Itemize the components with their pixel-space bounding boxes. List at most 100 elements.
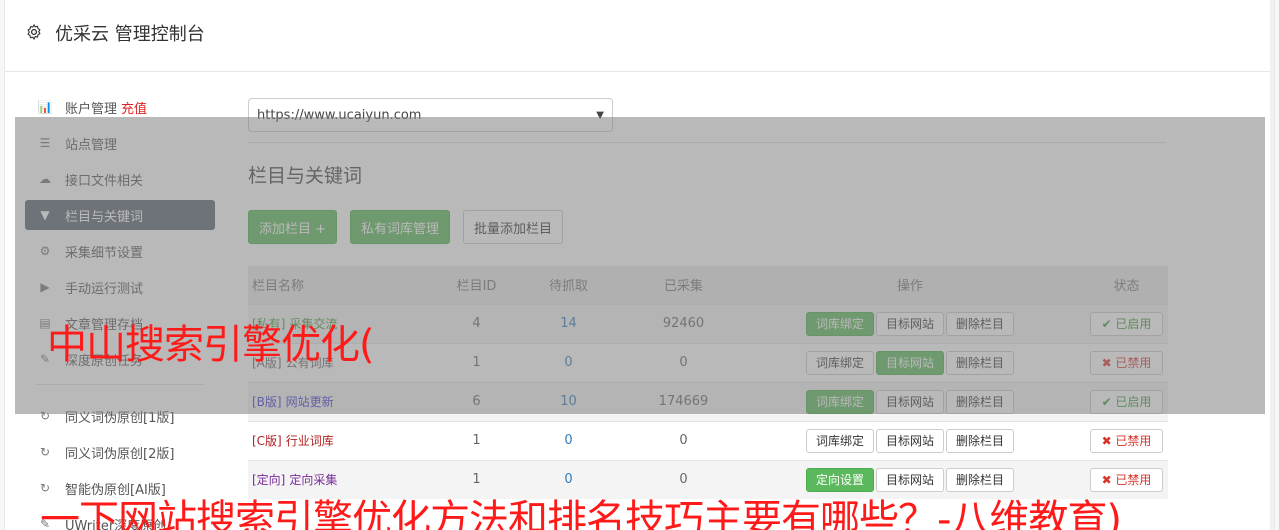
scrollbar[interactable] — [1270, 0, 1274, 530]
bar-chart-icon: 📊 — [37, 100, 53, 114]
table-row: [A版] 公有词库 1 0 0 词库绑定 目标网站 删除栏目 ✖ 已禁用 — [248, 342, 1168, 382]
chevron-down-icon: ▼ — [596, 109, 604, 121]
sidebar-item-items-2[interactable]: ☁ 接口文件相关 — [25, 164, 215, 194]
private-lexicon-button[interactable]: 私有词库管理 — [350, 210, 451, 244]
target-site-button[interactable]: 目标网站 — [875, 428, 944, 453]
header-actions: 操作 — [735, 266, 1085, 304]
column-name-cell: [C版] 行业词库 — [248, 420, 448, 460]
actions-cell: 词库绑定 目标网站 删除栏目 — [735, 420, 1085, 460]
status-cell: ✔ 已启用 — [1085, 381, 1168, 421]
column-name-cell: [B版] 网站更新 — [248, 381, 448, 421]
target-site-button[interactable]: 目标网站 — [875, 350, 944, 375]
columns-table: 栏目名称 栏目ID 待抓取 已采集 操作 状态 [私有] 采集交流 4 14 92460… — [248, 266, 1168, 499]
sidebar-item-label: 站点管理 — [65, 137, 118, 153]
sidebar: 📊 账户管理 充值 ☰ 站点管理 ☁ 接口文件相关 ▼ 栏目与关键词 ⚙ 采集细节设置 ▶ 手动运行测试… — [25, 92, 215, 530]
column-id-cell: 1 — [448, 342, 505, 382]
overlay-caption-1: 中山搜索引擎优化( — [47, 322, 375, 368]
lexicon-bind-button[interactable]: 词库绑定 — [805, 350, 874, 375]
sidebar-divider — [35, 384, 205, 385]
console-title: 优采云 管理控制台 — [55, 24, 205, 45]
sidebar-item-items-3[interactable]: ▼ 栏目与关键词 — [25, 200, 215, 230]
sidebar-item-label: 手动运行测试 — [65, 281, 144, 297]
status-toggle-button[interactable]: ✔ 已启用 — [1090, 311, 1163, 336]
column-tag: [B版] — [252, 395, 282, 409]
gear-icon — [27, 24, 41, 40]
column-name-link[interactable]: 定向采集 — [289, 473, 337, 487]
sidebar-item-items-0[interactable]: 📊 账户管理 充值 — [25, 92, 215, 122]
column-tag: [C版] — [252, 434, 282, 448]
play-circle-icon: ▶ — [40, 280, 50, 294]
column-name-link[interactable]: 网站更新 — [286, 395, 334, 409]
divider — [248, 142, 1166, 143]
status-toggle-button[interactable]: ✖ 已禁用 — [1090, 428, 1163, 453]
sidebar-item-label: 同义词伪原创[2版] — [65, 446, 175, 462]
header: 优采云 管理控制台 — [5, 0, 1274, 72]
cogs-icon: ⚙ — [39, 244, 51, 258]
collected-count-cell: 92460 — [632, 303, 735, 343]
target-site-button[interactable]: 目标网站 — [875, 311, 944, 336]
sidebar-item-items-4[interactable]: ⚙ 采集细节设置 — [25, 236, 215, 266]
recharge-link[interactable]: 充值 — [121, 98, 147, 117]
sidebar-item-label: 栏目与关键词 — [65, 209, 144, 225]
pending-count-link[interactable]: 10 — [505, 381, 632, 421]
sidebar-item-items2-0[interactable]: ↻ 同义词伪原创[1版] — [25, 401, 215, 431]
collected-count-cell: 0 — [632, 420, 735, 460]
status-toggle-button[interactable]: ✔ 已启用 — [1090, 389, 1163, 414]
toolbar: 添加栏目 + 私有词库管理 批量添加栏目 — [248, 210, 1173, 244]
column-id-cell: 6 — [448, 381, 505, 421]
column-name-link[interactable]: 行业词库 — [286, 434, 334, 448]
main-content: https://www.ucaiyun.com ▼ 栏目与关键词 添加栏目 + … — [248, 98, 1173, 499]
pending-count-link[interactable]: 14 — [505, 303, 632, 343]
lexicon-bind-button[interactable]: 词库绑定 — [805, 311, 874, 336]
actions-cell: 词库绑定 目标网站 删除栏目 — [735, 342, 1085, 382]
column-tag: [定向] — [252, 473, 286, 488]
lexicon-bind-button[interactable]: 词库绑定 — [805, 428, 874, 453]
target-site-button[interactable]: 目标网站 — [875, 389, 944, 414]
sidebar-item-items-1[interactable]: ☰ 站点管理 — [25, 128, 215, 158]
header-column-id: 栏目ID — [448, 266, 505, 304]
table-row: [B版] 网站更新 6 10 174669 词库绑定 目标网站 删除栏目 ✔ 已启用 — [248, 381, 1168, 421]
table-row: [私有] 采集交流 4 14 92460 词库绑定 目标网站 删除栏目 ✔ 已启用 — [248, 303, 1168, 343]
delete-column-button[interactable]: 删除栏目 — [946, 350, 1015, 375]
sidebar-item-label: 采集细节设置 — [65, 245, 144, 261]
cloud-upload-icon: ☁ — [39, 172, 51, 186]
app-window: 优采云 管理控制台 📊 账户管理 充值 ☰ 站点管理 ☁ 接口文件相关 ▼ 栏目与关键词 ⚙ 采集细… — [4, 0, 1275, 530]
lexicon-bind-button[interactable]: 词库绑定 — [805, 389, 874, 414]
refresh-icon: ↻ — [39, 409, 51, 423]
site-select[interactable]: https://www.ucaiyun.com ▼ — [248, 98, 613, 132]
column-id-cell: 1 — [448, 420, 505, 460]
table-header-row: 栏目名称 栏目ID 待抓取 已采集 操作 状态 — [248, 266, 1168, 304]
collected-count-cell: 174669 — [632, 381, 735, 421]
page-title: 栏目与关键词 — [248, 165, 363, 187]
status-cell: ✔ 已启用 — [1085, 303, 1168, 343]
header-column-name: 栏目名称 — [248, 266, 448, 304]
table-row: [C版] 行业词库 1 0 0 词库绑定 目标网站 删除栏目 ✖ 已禁用 — [248, 420, 1168, 460]
add-column-button[interactable]: 添加栏目 + — [248, 210, 338, 244]
delete-column-button[interactable]: 删除栏目 — [946, 389, 1015, 414]
sidebar-item-items-5[interactable]: ▶ 手动运行测试 — [25, 272, 215, 302]
filter-icon: ▼ — [40, 208, 50, 222]
pending-count-link[interactable]: 0 — [505, 342, 632, 382]
actions-cell: 词库绑定 目标网站 删除栏目 — [735, 381, 1085, 421]
actions-cell: 词库绑定 目标网站 删除栏目 — [735, 303, 1085, 343]
sidebar-item-label: 同义词伪原创[1版] — [65, 410, 175, 426]
refresh-icon: ↻ — [39, 445, 51, 459]
header-status: 状态 — [1085, 266, 1168, 304]
sidebar-item-items2-1[interactable]: ↻ 同义词伪原创[2版] — [25, 437, 215, 467]
pending-count-link[interactable]: 0 — [505, 420, 632, 460]
delete-column-button[interactable]: 删除栏目 — [946, 428, 1015, 453]
header-pending: 待抓取 — [505, 266, 632, 304]
delete-column-button[interactable]: 删除栏目 — [946, 311, 1015, 336]
status-toggle-button[interactable]: ✖ 已禁用 — [1090, 350, 1163, 375]
server-icon: ☰ — [39, 136, 51, 150]
overlay-caption-2: 一下网站搜索引擎优化方法和排名技巧主要有哪些？-八维教育) — [40, 497, 1122, 530]
sidebar-item-label: 账户管理 — [65, 101, 118, 117]
site-select-value: https://www.ucaiyun.com — [257, 107, 422, 123]
batch-add-column-button[interactable]: 批量添加栏目 — [463, 210, 564, 244]
header-collected: 已采集 — [632, 266, 735, 304]
status-cell: ✖ 已禁用 — [1085, 342, 1168, 382]
column-id-cell: 4 — [448, 303, 505, 343]
status-cell: ✖ 已禁用 — [1085, 420, 1168, 460]
collected-count-cell: 0 — [632, 342, 735, 382]
sidebar-item-label: 接口文件相关 — [65, 173, 144, 189]
